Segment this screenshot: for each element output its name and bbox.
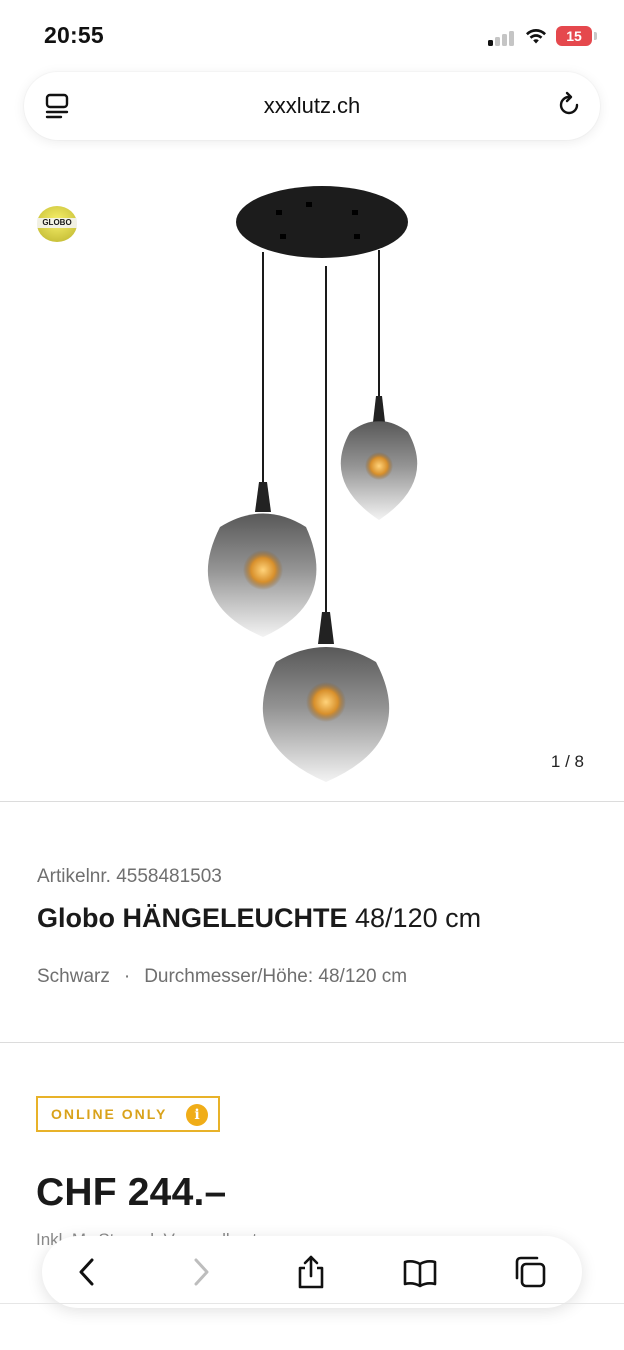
image-counter: 1 / 8	[550, 752, 584, 771]
share-icon[interactable]	[293, 1254, 329, 1290]
back-icon[interactable]	[70, 1254, 106, 1290]
status-time: 20:55	[44, 22, 104, 48]
brand-logo-text: GLOBO	[42, 218, 72, 227]
online-only-label: ONLINE ONLY	[51, 1106, 168, 1122]
wifi-icon	[526, 28, 546, 44]
url-text[interactable]: xxxlutz.ch	[24, 93, 600, 119]
product-color: Schwarz	[37, 966, 110, 987]
product-variant: Schwarz · Durchmesser/Höhe: 48/120 cm	[37, 966, 407, 988]
variant-separator: ·	[123, 966, 131, 987]
status-bar: 20:55 15	[0, 0, 624, 72]
cellular-signal-icon	[488, 30, 518, 46]
address-bar[interactable]: xxxlutz.ch	[24, 72, 600, 140]
battery-icon: 15	[556, 26, 592, 46]
pendant-lamp-image	[207, 186, 418, 782]
bookmarks-icon[interactable]	[402, 1254, 438, 1290]
info-icon[interactable]: i	[186, 1104, 208, 1126]
tabs-icon[interactable]	[512, 1254, 548, 1290]
forward-icon[interactable]	[182, 1254, 218, 1290]
divider	[0, 1303, 624, 1304]
product-dimensions: Durchmesser/Höhe: 48/120 cm	[144, 966, 408, 987]
product-title: Globo HÄNGELEUCHTE 48/120 cm	[37, 903, 481, 934]
product-price: CHF 244.–	[36, 1171, 227, 1214]
status-icons: 15	[488, 26, 598, 50]
battery-level: 15	[566, 28, 582, 44]
browser-toolbar	[42, 1236, 582, 1308]
online-only-badge: ONLINE ONLY i	[36, 1096, 220, 1132]
article-number: Artikelnr. 4558481503	[37, 866, 222, 887]
brand-logo: GLOBO	[36, 204, 78, 244]
product-image-gallery[interactable]: GLOBO 1 / 8	[0, 150, 624, 802]
divider	[0, 801, 624, 802]
reload-icon[interactable]	[554, 90, 584, 120]
divider	[0, 1042, 624, 1043]
product-title-name: Globo HÄNGELEUCHTE	[37, 903, 348, 933]
product-title-size: 48/120 cm	[355, 903, 482, 933]
battery-cap	[594, 32, 597, 40]
